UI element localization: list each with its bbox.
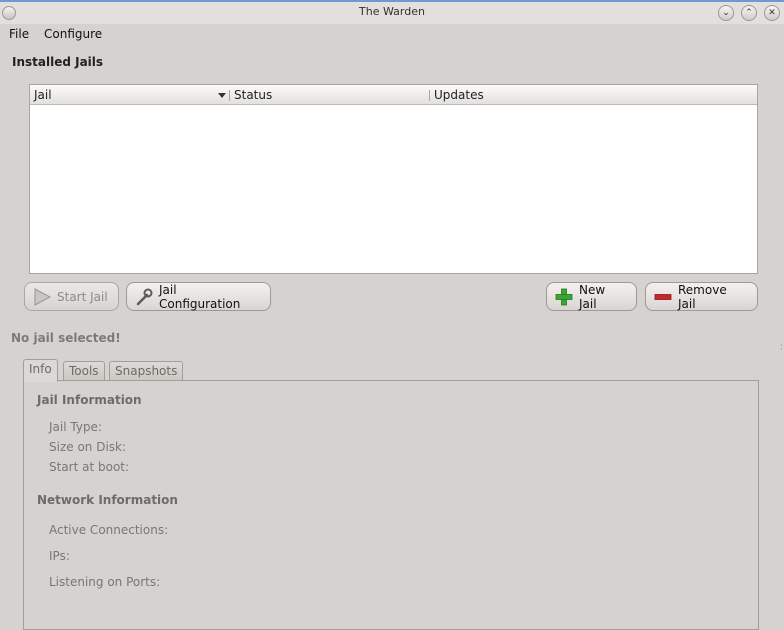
start-at-boot-label: Start at boot:: [49, 460, 130, 474]
info-panel: Jail Information Jail Type: Size on Disk…: [23, 380, 759, 630]
size-on-disk-label: Size on Disk:: [49, 440, 127, 454]
tab-snapshots[interactable]: Snapshots: [109, 361, 184, 381]
maximize-icon[interactable]: ⌃: [741, 5, 757, 21]
title-bar: The Warden ⌄ ⌃ ✕: [0, 0, 784, 24]
jail-table[interactable]: Jail Status Updates: [29, 84, 758, 274]
network-information-heading: Network Information: [37, 493, 178, 507]
column-separator[interactable]: [229, 90, 230, 101]
close-icon[interactable]: ✕: [764, 5, 780, 21]
table-header: Jail Status Updates: [30, 85, 757, 105]
start-jail-button[interactable]: Start Jail: [24, 282, 119, 311]
active-connections-label: Active Connections:: [49, 523, 169, 537]
sort-desc-icon: [218, 93, 226, 98]
listening-ports-label: Listening on Ports:: [49, 575, 161, 589]
red-minus-icon: [654, 288, 672, 306]
window-title: The Warden: [359, 5, 425, 18]
jail-configuration-label: Jail Configuration: [159, 282, 241, 311]
column-separator[interactable]: [429, 90, 430, 101]
column-header-updates[interactable]: Updates: [434, 88, 484, 102]
ips-label: IPs:: [49, 549, 70, 563]
column-header-status[interactable]: Status: [234, 88, 272, 102]
minimize-icon[interactable]: ⌄: [718, 5, 734, 21]
new-jail-button[interactable]: New Jail: [546, 282, 637, 311]
selection-status: No jail selected!: [11, 331, 121, 345]
jail-type-label: Jail Type:: [49, 420, 102, 434]
menu-file[interactable]: File: [9, 27, 29, 41]
start-jail-label: Start Jail: [57, 289, 108, 304]
jail-information-heading: Jail Information: [37, 393, 142, 407]
installed-jails-title: Installed Jails: [12, 55, 104, 69]
tab-tools[interactable]: Tools: [63, 361, 105, 381]
remove-jail-label: Remove Jail: [678, 282, 727, 311]
jail-configuration-button[interactable]: Jail Configuration: [126, 282, 271, 311]
wrench-icon: [135, 288, 153, 306]
new-jail-label: New Jail: [579, 282, 606, 311]
remove-jail-button[interactable]: Remove Jail: [645, 282, 758, 311]
menu-bar: File Configure: [0, 24, 784, 44]
green-plus-icon: [555, 288, 573, 306]
splitter-handle[interactable]: · ·: [780, 342, 783, 354]
column-header-jail[interactable]: Jail: [34, 88, 52, 102]
menu-configure[interactable]: Configure: [44, 27, 102, 41]
tab-info[interactable]: Info: [23, 359, 58, 382]
play-triangle-icon: [33, 287, 52, 306]
